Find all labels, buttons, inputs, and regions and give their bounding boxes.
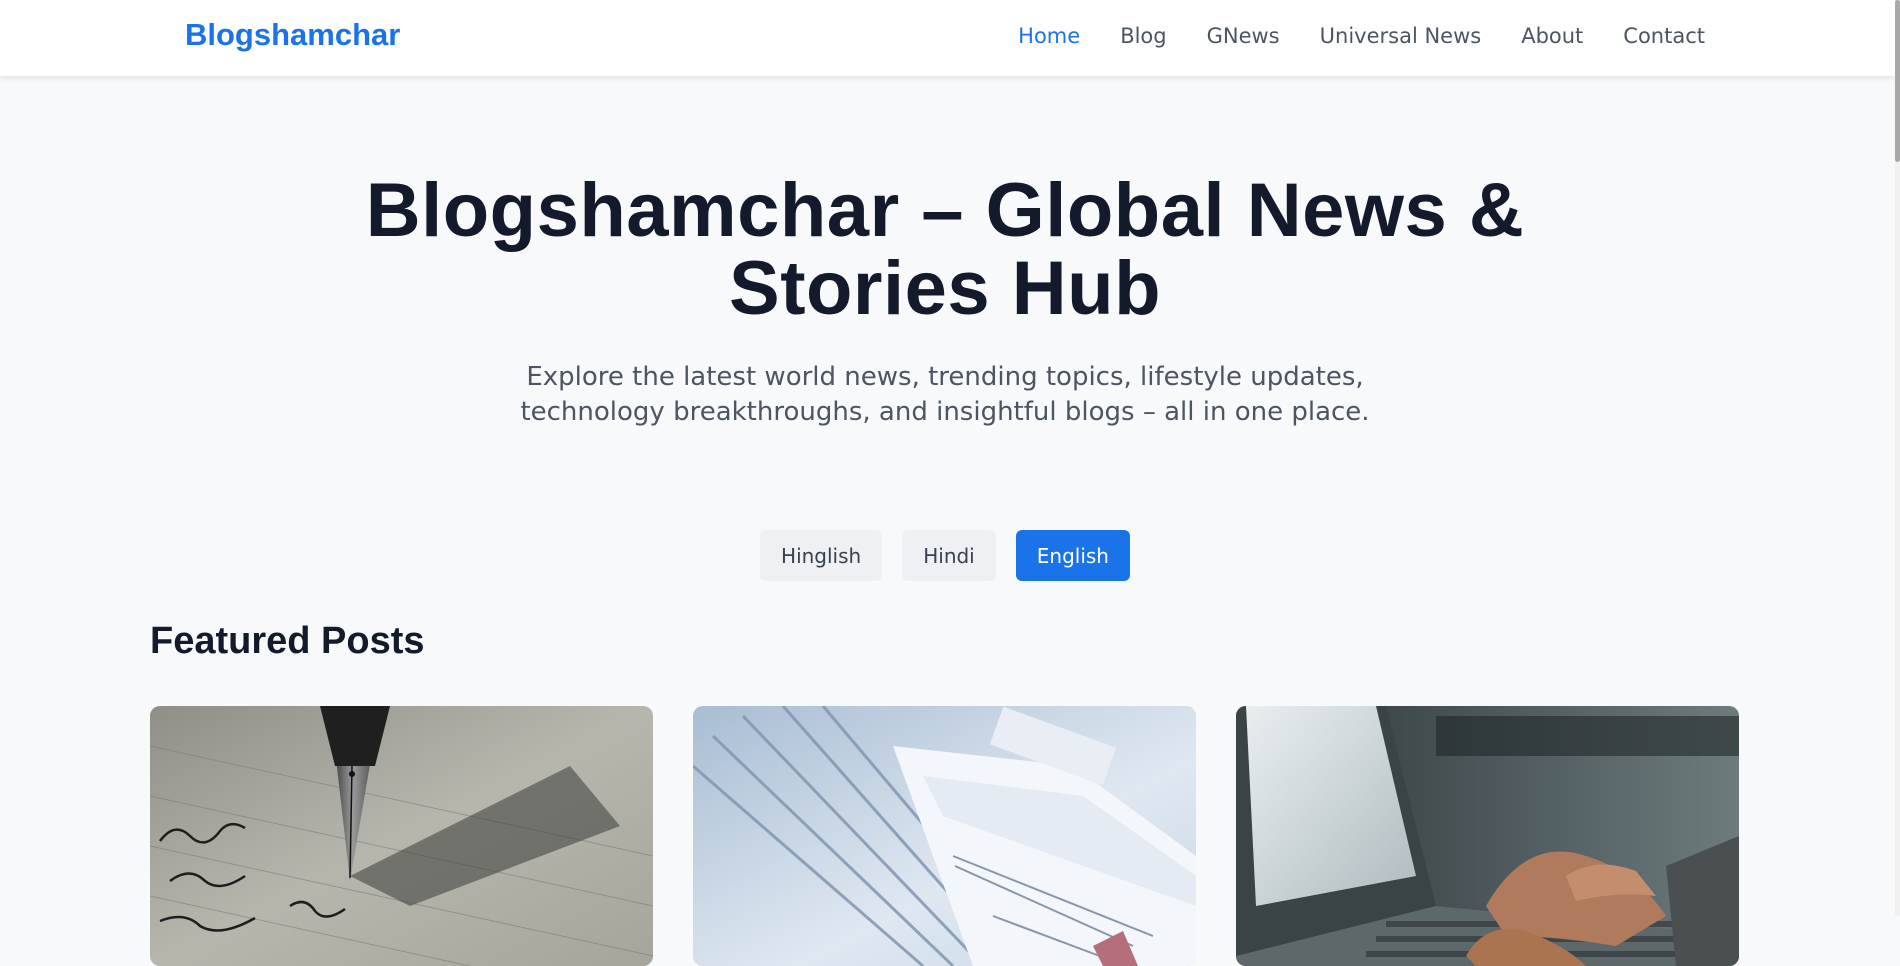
hero-subtitle: Explore the latest world news, trending … [520, 362, 1370, 427]
main-nav: Home Blog GNews Universal News About Con… [1018, 24, 1705, 48]
hero-title: Blogshamchar – Global News & Stories Hub [365, 168, 1525, 331]
nav-gnews[interactable]: GNews [1207, 24, 1280, 48]
top-navbar: Blogshamchar Home Blog GNews Universal N… [0, 0, 1895, 76]
scrollbar-thumb[interactable] [1895, 0, 1900, 162]
featured-post-card[interactable] [693, 706, 1196, 966]
laptop-typing-image [1236, 706, 1739, 966]
nav-universal-news[interactable]: Universal News [1320, 24, 1482, 48]
featured-posts-grid [150, 706, 1739, 966]
brand-logo[interactable]: Blogshamchar [185, 17, 400, 53]
fountain-pen-image [150, 706, 653, 966]
nav-home[interactable]: Home [1018, 24, 1080, 48]
featured-post-card[interactable] [150, 706, 653, 966]
lang-hindi-button[interactable]: Hindi [902, 530, 996, 581]
language-toggle: Hinglish Hindi English [0, 530, 1890, 581]
featured-posts-title: Featured Posts [150, 620, 425, 662]
newspaper-stack-image [693, 706, 1196, 966]
nav-contact[interactable]: Contact [1623, 24, 1705, 48]
lang-hinglish-button[interactable]: Hinglish [760, 530, 883, 581]
featured-post-card[interactable] [1236, 706, 1739, 966]
hero-section: Blogshamchar – Global News & Stories Hub… [0, 76, 1890, 430]
nav-about[interactable]: About [1521, 24, 1583, 48]
lang-english-button[interactable]: English [1015, 530, 1130, 581]
nav-blog[interactable]: Blog [1120, 24, 1166, 48]
